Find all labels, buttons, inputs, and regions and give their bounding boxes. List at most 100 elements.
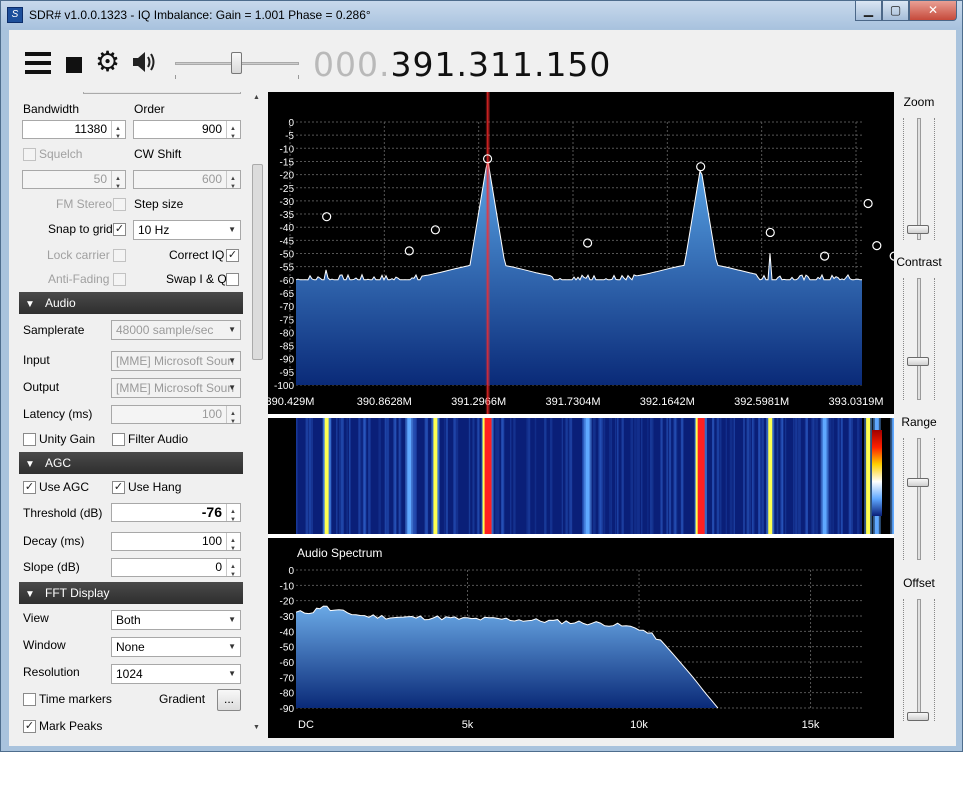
waterfall-noise-streak xyxy=(616,418,619,534)
bandwidth-spinner[interactable] xyxy=(111,121,125,146)
waterfall-noise-streak xyxy=(386,418,388,534)
speaker-icon[interactable] xyxy=(131,50,157,80)
unity-gain-checkbox[interactable] xyxy=(23,433,36,446)
threshold-label: Threshold (dB) xyxy=(23,506,103,520)
use-hang-checkbox[interactable]: ✓ xyxy=(112,481,125,494)
waterfall-noise-streak xyxy=(348,418,351,534)
settings-scrollbar[interactable]: ▲ ▼ xyxy=(251,92,264,738)
hamburger-menu-icon[interactable] xyxy=(25,52,51,74)
output-label: Output xyxy=(23,380,60,394)
latency-input[interactable]: 100 xyxy=(111,405,241,431)
bandwidth-label: Bandwidth xyxy=(23,102,80,116)
anti-fading-checkbox[interactable] xyxy=(113,273,126,286)
threshold-spinner[interactable] xyxy=(226,504,240,529)
audio-y-tick-label: -30 xyxy=(280,612,295,623)
gear-icon[interactable]: ⚙ xyxy=(95,48,120,76)
frequency-digits[interactable]: 391.311.150 xyxy=(390,45,611,84)
display-sliders-panel: Zoom Contrast Range Offset xyxy=(895,92,956,738)
waterfall-signal-line xyxy=(892,418,894,534)
scroll-up-icon[interactable]: ▲ xyxy=(253,94,260,101)
latency-spinner[interactable] xyxy=(226,406,240,431)
waterfall-noise-streak xyxy=(495,418,498,534)
lock-carrier-checkbox[interactable] xyxy=(113,249,126,262)
samplerate-dropdown[interactable]: 48000 sample/sec xyxy=(111,320,241,340)
threshold-input[interactable]: -76 xyxy=(111,503,241,529)
range-slider-thumb[interactable] xyxy=(907,477,929,487)
swap-iq-checkbox[interactable] xyxy=(226,273,239,286)
scrollbar-thumb[interactable] xyxy=(252,164,263,360)
time-markers-checkbox[interactable] xyxy=(23,693,36,706)
audio-spectrum-display[interactable]: Audio Spectrum0 -10 -20 -30 -40 -50 -60 -70 -80 -… xyxy=(268,538,894,738)
frequency-display[interactable]: 000.391.311.150 xyxy=(313,45,611,84)
resolution-dropdown[interactable]: 1024 xyxy=(111,664,241,684)
range-slider-track[interactable] xyxy=(917,438,921,560)
cw-shift-input[interactable]: 600 xyxy=(133,170,241,196)
volume-slider-thumb[interactable] xyxy=(231,52,242,74)
spectrum-y-tick-label: -25 xyxy=(280,184,295,195)
window-dropdown[interactable]: None xyxy=(111,637,241,657)
offset-slider-track[interactable] xyxy=(917,599,921,721)
spectrum-y-tick-label: -5 xyxy=(285,131,294,142)
agc-section-header[interactable]: ▼ AGC xyxy=(19,452,243,474)
collapse-triangle-icon: ▼ xyxy=(25,589,35,600)
filter-audio-checkbox[interactable] xyxy=(112,433,125,446)
waterfall-noise-streak xyxy=(630,418,634,534)
waterfall-noise-streak xyxy=(569,418,573,534)
order-spinner[interactable] xyxy=(226,121,240,146)
peak-marker xyxy=(696,162,706,172)
audio-x-tick-label: DC xyxy=(298,719,314,731)
audio-y-tick-label: -20 xyxy=(280,597,295,608)
correct-iq-checkbox[interactable]: ✓ xyxy=(226,249,239,262)
maximize-button[interactable]: ▢ xyxy=(882,1,909,21)
spectrum-y-tick-label: -60 xyxy=(280,276,295,287)
stop-icon[interactable] xyxy=(66,57,82,73)
close-button[interactable]: ✕ xyxy=(909,1,957,21)
peak-marker xyxy=(872,241,882,251)
waterfall-noise-streak xyxy=(477,418,480,534)
spectrum-x-tick-label: 392.5981M xyxy=(734,396,789,408)
waterfall-noise-streak xyxy=(394,418,397,534)
contrast-label: Contrast xyxy=(896,255,942,269)
view-dropdown[interactable]: Both xyxy=(111,610,241,630)
use-hang-label: Use Hang xyxy=(128,480,182,494)
decay-input[interactable]: 100 xyxy=(111,532,241,558)
use-agc-checkbox[interactable]: ✓ xyxy=(23,481,36,494)
squelch-checkbox[interactable] xyxy=(23,148,36,161)
audio-section-header[interactable]: ▼ Audio xyxy=(19,292,243,314)
peak-marker xyxy=(765,227,775,238)
cw-shift-spinner[interactable] xyxy=(226,171,240,196)
slope-spinner[interactable] xyxy=(226,559,240,584)
title-bar[interactable]: S SDR# v1.0.0.1323 - IQ Imbalance: Gain … xyxy=(1,1,962,29)
waterfall-noise-streak xyxy=(378,418,381,534)
contrast-slider-thumb[interactable] xyxy=(907,357,929,367)
rf-spectrum-analyzer[interactable]: 0 -5 -10 -15 -20 -25 -30 -35 -40 -45 -50 -55 -60 -65 -… xyxy=(268,92,894,414)
fm-stereo-checkbox[interactable] xyxy=(113,198,126,211)
step-size-dropdown[interactable]: 10 Hz xyxy=(133,220,241,240)
squelch-input[interactable]: 50 xyxy=(22,170,126,196)
input-device-dropdown[interactable]: [MME] Microsoft Soun xyxy=(111,351,241,371)
minimize-button[interactable]: ▁ xyxy=(855,1,882,21)
scroll-down-icon[interactable]: ▼ xyxy=(253,724,260,731)
waterfall-noise-streak xyxy=(346,418,348,534)
slope-label: Slope (dB) xyxy=(23,560,80,574)
gradient-button[interactable]: ... xyxy=(217,689,241,711)
order-input[interactable]: 900 xyxy=(133,120,241,146)
spectrum-y-tick-label: -80 xyxy=(280,328,295,339)
frequency-leading-digits[interactable]: 000. xyxy=(313,45,390,84)
slope-input[interactable]: 0 xyxy=(111,558,241,584)
mark-peaks-checkbox[interactable]: ✓ xyxy=(23,720,36,733)
offset-slider-thumb[interactable] xyxy=(907,712,929,721)
waterfall-noise-streak xyxy=(528,418,531,534)
contrast-slider-track[interactable] xyxy=(917,278,921,400)
decay-spinner[interactable] xyxy=(226,533,240,558)
squelch-spinner[interactable] xyxy=(111,171,125,196)
zoom-slider-thumb[interactable] xyxy=(907,225,929,235)
filter-audio-label: Filter Audio xyxy=(128,432,189,446)
spectrum-y-tick-label: -20 xyxy=(280,171,295,182)
snap-to-grid-checkbox[interactable]: ✓ xyxy=(113,223,126,236)
waterfall-display[interactable] xyxy=(268,418,894,534)
fft-display-section-header[interactable]: ▼ FFT Display xyxy=(19,582,243,604)
output-device-dropdown[interactable]: [MME] Microsoft Soun xyxy=(111,378,241,398)
bandwidth-input[interactable]: 11380 xyxy=(22,120,126,146)
zoom-slider-track[interactable] xyxy=(917,118,921,240)
